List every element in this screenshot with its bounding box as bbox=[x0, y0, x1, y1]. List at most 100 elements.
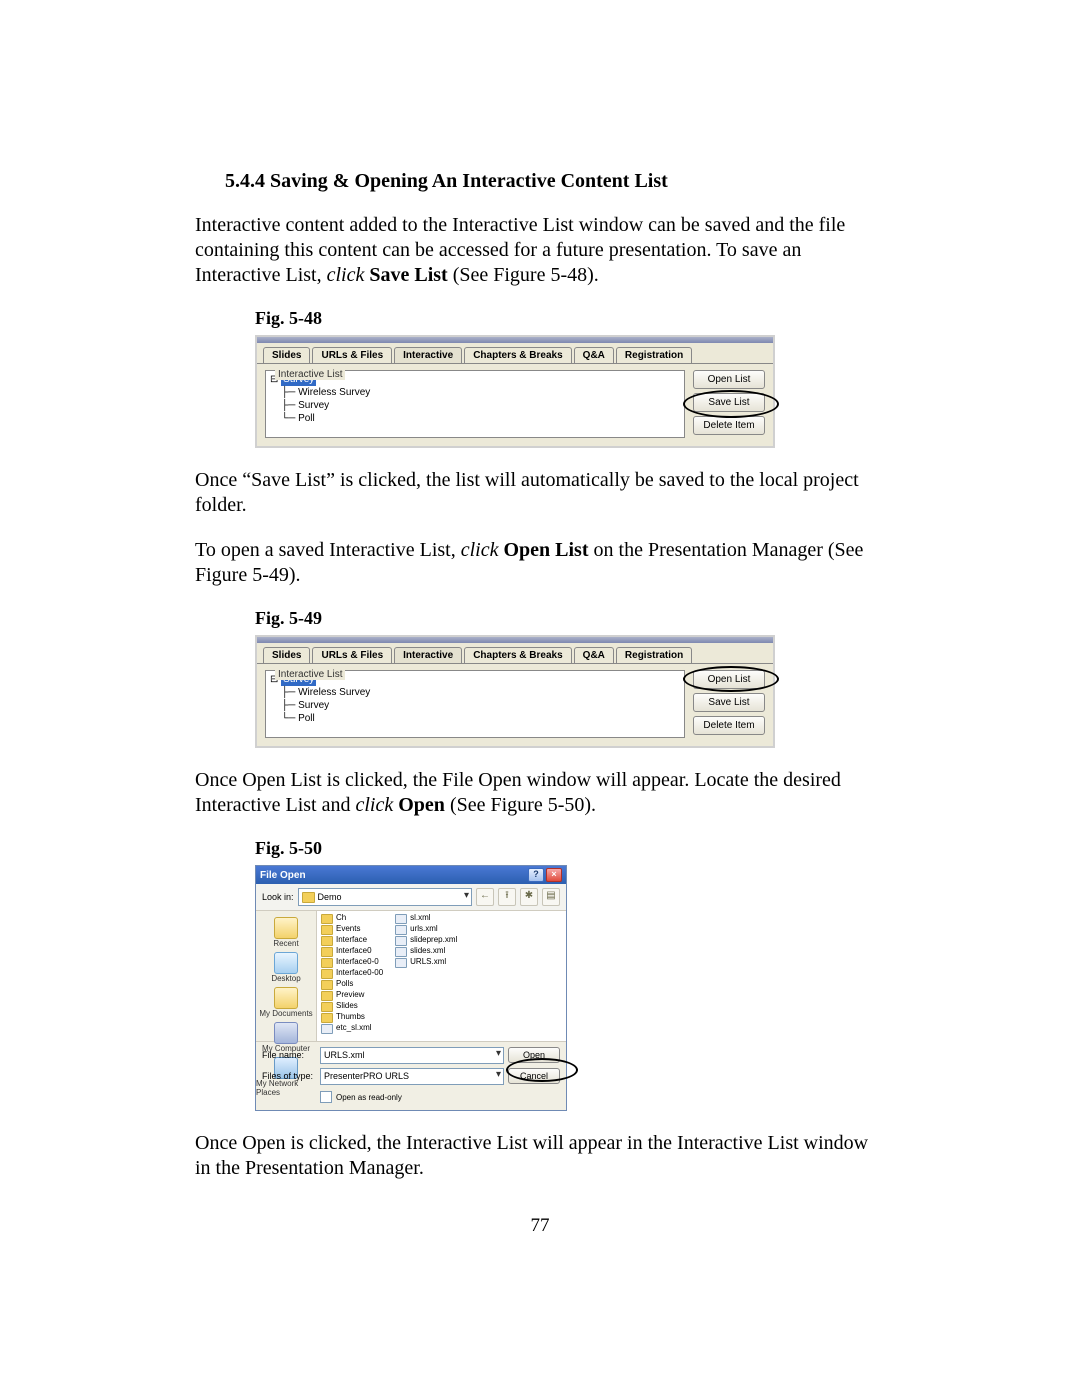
tree-item-1[interactable]: ├─ Wireless Survey bbox=[270, 386, 680, 399]
folder-icon bbox=[321, 980, 333, 990]
panel48-groupbox-label: Interactive List bbox=[275, 369, 345, 380]
folder-icon bbox=[321, 991, 333, 1001]
delete-item-button-49[interactable]: Delete Item bbox=[693, 716, 765, 735]
panel48-tabstrip: Slides URLs & Files Interactive Chapters… bbox=[257, 343, 773, 363]
open-list-button[interactable]: Open List bbox=[693, 370, 765, 389]
list-item[interactable]: etc_sl.xml bbox=[321, 1023, 383, 1034]
list-item[interactable]: Ch bbox=[321, 913, 383, 924]
list-item[interactable]: Events bbox=[321, 924, 383, 935]
list-item[interactable]: Interface bbox=[321, 935, 383, 946]
tab-urls[interactable]: URLs & Files bbox=[312, 347, 392, 363]
list-item[interactable]: Slides bbox=[321, 1001, 383, 1012]
place-desktop[interactable]: Desktop bbox=[271, 952, 300, 983]
folder-icon bbox=[321, 1013, 333, 1023]
filetype-label: Files of type: bbox=[262, 1071, 316, 1081]
filename-label: File name: bbox=[262, 1050, 316, 1060]
place-mycomputer[interactable]: My Computer bbox=[262, 1022, 310, 1053]
file-icon bbox=[395, 925, 407, 935]
p3a: To open a saved Interactive List, bbox=[195, 539, 461, 561]
p3-bold: Open List bbox=[503, 539, 588, 561]
up-one-level-icon[interactable]: ⭱ bbox=[498, 888, 516, 906]
paragraph-5: Once Open is clicked, the Interactive Li… bbox=[195, 1131, 885, 1181]
file-open-title: File Open bbox=[260, 870, 306, 881]
p1c: (See Figure 5-48). bbox=[448, 264, 599, 286]
file-icon bbox=[395, 936, 407, 946]
folder-icon bbox=[321, 958, 333, 968]
section-heading: 5.4.4 Saving & Opening An Interactive Co… bbox=[225, 170, 885, 193]
tab-qa-49[interactable]: Q&A bbox=[574, 647, 614, 663]
filetype-dropdown[interactable]: PresenterPRO URLS bbox=[320, 1068, 504, 1085]
list-item[interactable]: Interface0-0 bbox=[321, 957, 383, 968]
list-item[interactable]: slides.xml bbox=[395, 946, 457, 957]
panel49-groupbox-label: Interactive List bbox=[275, 669, 345, 680]
list-item[interactable]: Interface0 bbox=[321, 946, 383, 957]
p4-click: click bbox=[356, 794, 394, 816]
folder-icon bbox=[321, 969, 333, 979]
list-item[interactable]: Thumbs bbox=[321, 1012, 383, 1023]
p4c: (See Figure 5-50). bbox=[445, 794, 596, 816]
file-icon bbox=[395, 914, 407, 924]
p1-click: click bbox=[327, 264, 365, 286]
file-open-titlebar: File Open ? × bbox=[256, 866, 566, 884]
paragraph-3: To open a saved Interactive List, click … bbox=[195, 538, 885, 588]
window-help-icon[interactable]: ? bbox=[528, 868, 544, 882]
window-close-icon[interactable]: × bbox=[546, 868, 562, 882]
delete-item-button[interactable]: Delete Item bbox=[693, 416, 765, 435]
figure-caption-49: Fig. 5-49 bbox=[255, 608, 885, 629]
tab-urls-49[interactable]: URLs & Files bbox=[312, 647, 392, 663]
tab-interactive[interactable]: Interactive bbox=[394, 347, 462, 363]
lookin-label: Look in: bbox=[262, 892, 294, 902]
save-list-button-49[interactable]: Save List bbox=[693, 693, 765, 712]
tab-chapters-49[interactable]: Chapters & Breaks bbox=[464, 647, 571, 663]
folder-icon bbox=[321, 936, 333, 946]
list-item[interactable]: sl.xml bbox=[395, 913, 457, 924]
p3-click: click bbox=[461, 539, 499, 561]
p1-bold: Save List bbox=[369, 264, 447, 286]
tree49-item-3[interactable]: └─ Poll bbox=[270, 712, 680, 725]
lookin-value: Demo bbox=[318, 892, 342, 902]
readonly-checkbox[interactable] bbox=[320, 1091, 332, 1103]
panel48-tree[interactable]: ⊟ Survey ├─ Wireless Survey ├─ Survey └─… bbox=[265, 370, 685, 438]
tree49-item-1[interactable]: ├─ Wireless Survey bbox=[270, 686, 680, 699]
open-button[interactable]: Open bbox=[508, 1047, 560, 1063]
panel49-tree[interactable]: ⊟ Survey ├─ Wireless Survey ├─ Survey └─… bbox=[265, 670, 685, 738]
file-icon bbox=[395, 958, 407, 968]
tree-item-3[interactable]: └─ Poll bbox=[270, 412, 680, 425]
tree-item-2[interactable]: ├─ Survey bbox=[270, 399, 680, 412]
cancel-button[interactable]: Cancel bbox=[508, 1068, 560, 1084]
folder-icon bbox=[321, 1002, 333, 1012]
folder-icon bbox=[321, 914, 333, 924]
folder-icon bbox=[321, 947, 333, 957]
list-item[interactable]: Interface0-00 bbox=[321, 968, 383, 979]
places-bar: Recent Desktop My Documents My Computer … bbox=[256, 911, 317, 1041]
list-item[interactable]: Polls bbox=[321, 979, 383, 990]
back-icon[interactable]: ← bbox=[476, 888, 494, 906]
file-open-toolbar: Look in: Demo ← ⭱ ✱ ▤ bbox=[256, 884, 566, 911]
tree49-item-2[interactable]: ├─ Survey bbox=[270, 699, 680, 712]
panel-fig-49: Slides URLs & Files Interactive Chapters… bbox=[255, 635, 775, 748]
readonly-checkbox-row[interactable]: Open as read-only bbox=[320, 1091, 504, 1103]
list-item[interactable]: URLS.xml bbox=[395, 957, 457, 968]
tab-registration-49[interactable]: Registration bbox=[616, 647, 692, 663]
place-mydocuments[interactable]: My Documents bbox=[259, 987, 312, 1018]
file-list[interactable]: Ch Events Interface Interface0 Interface… bbox=[317, 911, 566, 1041]
list-item[interactable]: urls.xml bbox=[395, 924, 457, 935]
save-list-button[interactable]: Save List bbox=[693, 393, 765, 412]
open-list-button-49[interactable]: Open List bbox=[693, 670, 765, 689]
tab-interactive-49[interactable]: Interactive bbox=[394, 647, 462, 663]
lookin-dropdown[interactable]: Demo bbox=[298, 888, 472, 906]
list-item[interactable]: Preview bbox=[321, 990, 383, 1001]
new-folder-icon[interactable]: ✱ bbox=[520, 888, 538, 906]
tab-chapters[interactable]: Chapters & Breaks bbox=[464, 347, 571, 363]
tab-slides-49[interactable]: Slides bbox=[263, 647, 310, 663]
tab-qa[interactable]: Q&A bbox=[574, 347, 614, 363]
p4-bold: Open bbox=[398, 794, 445, 816]
tab-slides[interactable]: Slides bbox=[263, 347, 310, 363]
readonly-label: Open as read-only bbox=[336, 1093, 402, 1102]
list-item[interactable]: slideprep.xml bbox=[395, 935, 457, 946]
place-recent[interactable]: Recent bbox=[273, 917, 298, 948]
tab-registration[interactable]: Registration bbox=[616, 347, 692, 363]
file-icon bbox=[395, 947, 407, 957]
filename-input[interactable]: URLS.xml bbox=[320, 1047, 504, 1064]
views-menu-icon[interactable]: ▤ bbox=[542, 888, 560, 906]
